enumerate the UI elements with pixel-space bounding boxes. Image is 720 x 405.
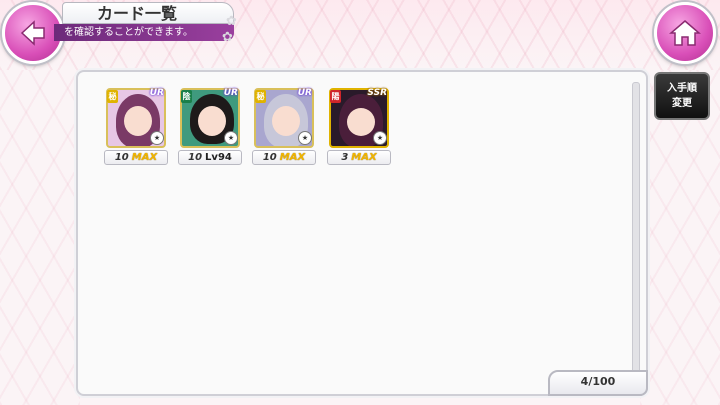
awaken-icon: ★	[373, 131, 387, 145]
awaken-icon: ★	[298, 131, 312, 145]
card-level: 10	[114, 152, 129, 163]
sort-change-label: 変更	[672, 98, 692, 109]
awaken-icon: ★	[150, 131, 164, 145]
home-button[interactable]	[654, 2, 716, 64]
card-status: MAX	[131, 152, 158, 163]
left-background-pattern	[0, 70, 80, 405]
back-arrow-icon	[20, 20, 45, 46]
awaken-icon: ★	[224, 131, 238, 145]
page-title: カード一覧	[62, 2, 234, 24]
card-item[interactable]: 秘 UR ★ 10 MAX	[104, 88, 168, 170]
home-icon	[669, 20, 701, 46]
page-subtitle: を確認することができます。	[54, 24, 234, 41]
flower-decoration-icon: ✿	[222, 30, 233, 45]
card-level-label: 10 MAX	[252, 150, 316, 165]
card-level: 3	[341, 152, 349, 163]
card-level: 10	[188, 152, 203, 163]
card-item[interactable]: 陽 SSR ★ 3 MAX	[327, 88, 391, 170]
flower-decoration-icon: ✿	[226, 14, 237, 29]
card-status: Lv94	[205, 152, 232, 163]
attribute-icon: 陽	[330, 90, 341, 103]
card-status: MAX	[279, 152, 306, 163]
card-count: 4/100	[548, 370, 648, 396]
rarity-badge: SSR	[367, 88, 387, 98]
rarity-badge: UR	[223, 88, 238, 98]
scrollbar[interactable]	[632, 82, 640, 382]
card-item[interactable]: 秘 UR ★ 10 MAX	[252, 88, 316, 170]
card-item[interactable]: 陰 UR ★ 10 Lv94	[178, 88, 242, 170]
right-background-pattern	[640, 70, 720, 405]
attribute-icon: 秘	[107, 90, 118, 103]
attribute-icon: 秘	[255, 90, 266, 103]
sort-order-label: 入手順	[667, 83, 697, 94]
sort-order-button[interactable]: 入手順 変更	[654, 72, 710, 120]
card-level-label: 10 MAX	[104, 150, 168, 165]
card-level: 10	[262, 152, 277, 163]
attribute-icon: 陰	[181, 90, 192, 103]
card-status: MAX	[351, 152, 377, 163]
card-level-label: 10 Lv94	[178, 150, 242, 165]
rarity-badge: UR	[149, 88, 164, 98]
rarity-badge: UR	[297, 88, 312, 98]
card-level-label: 3 MAX	[327, 150, 391, 165]
